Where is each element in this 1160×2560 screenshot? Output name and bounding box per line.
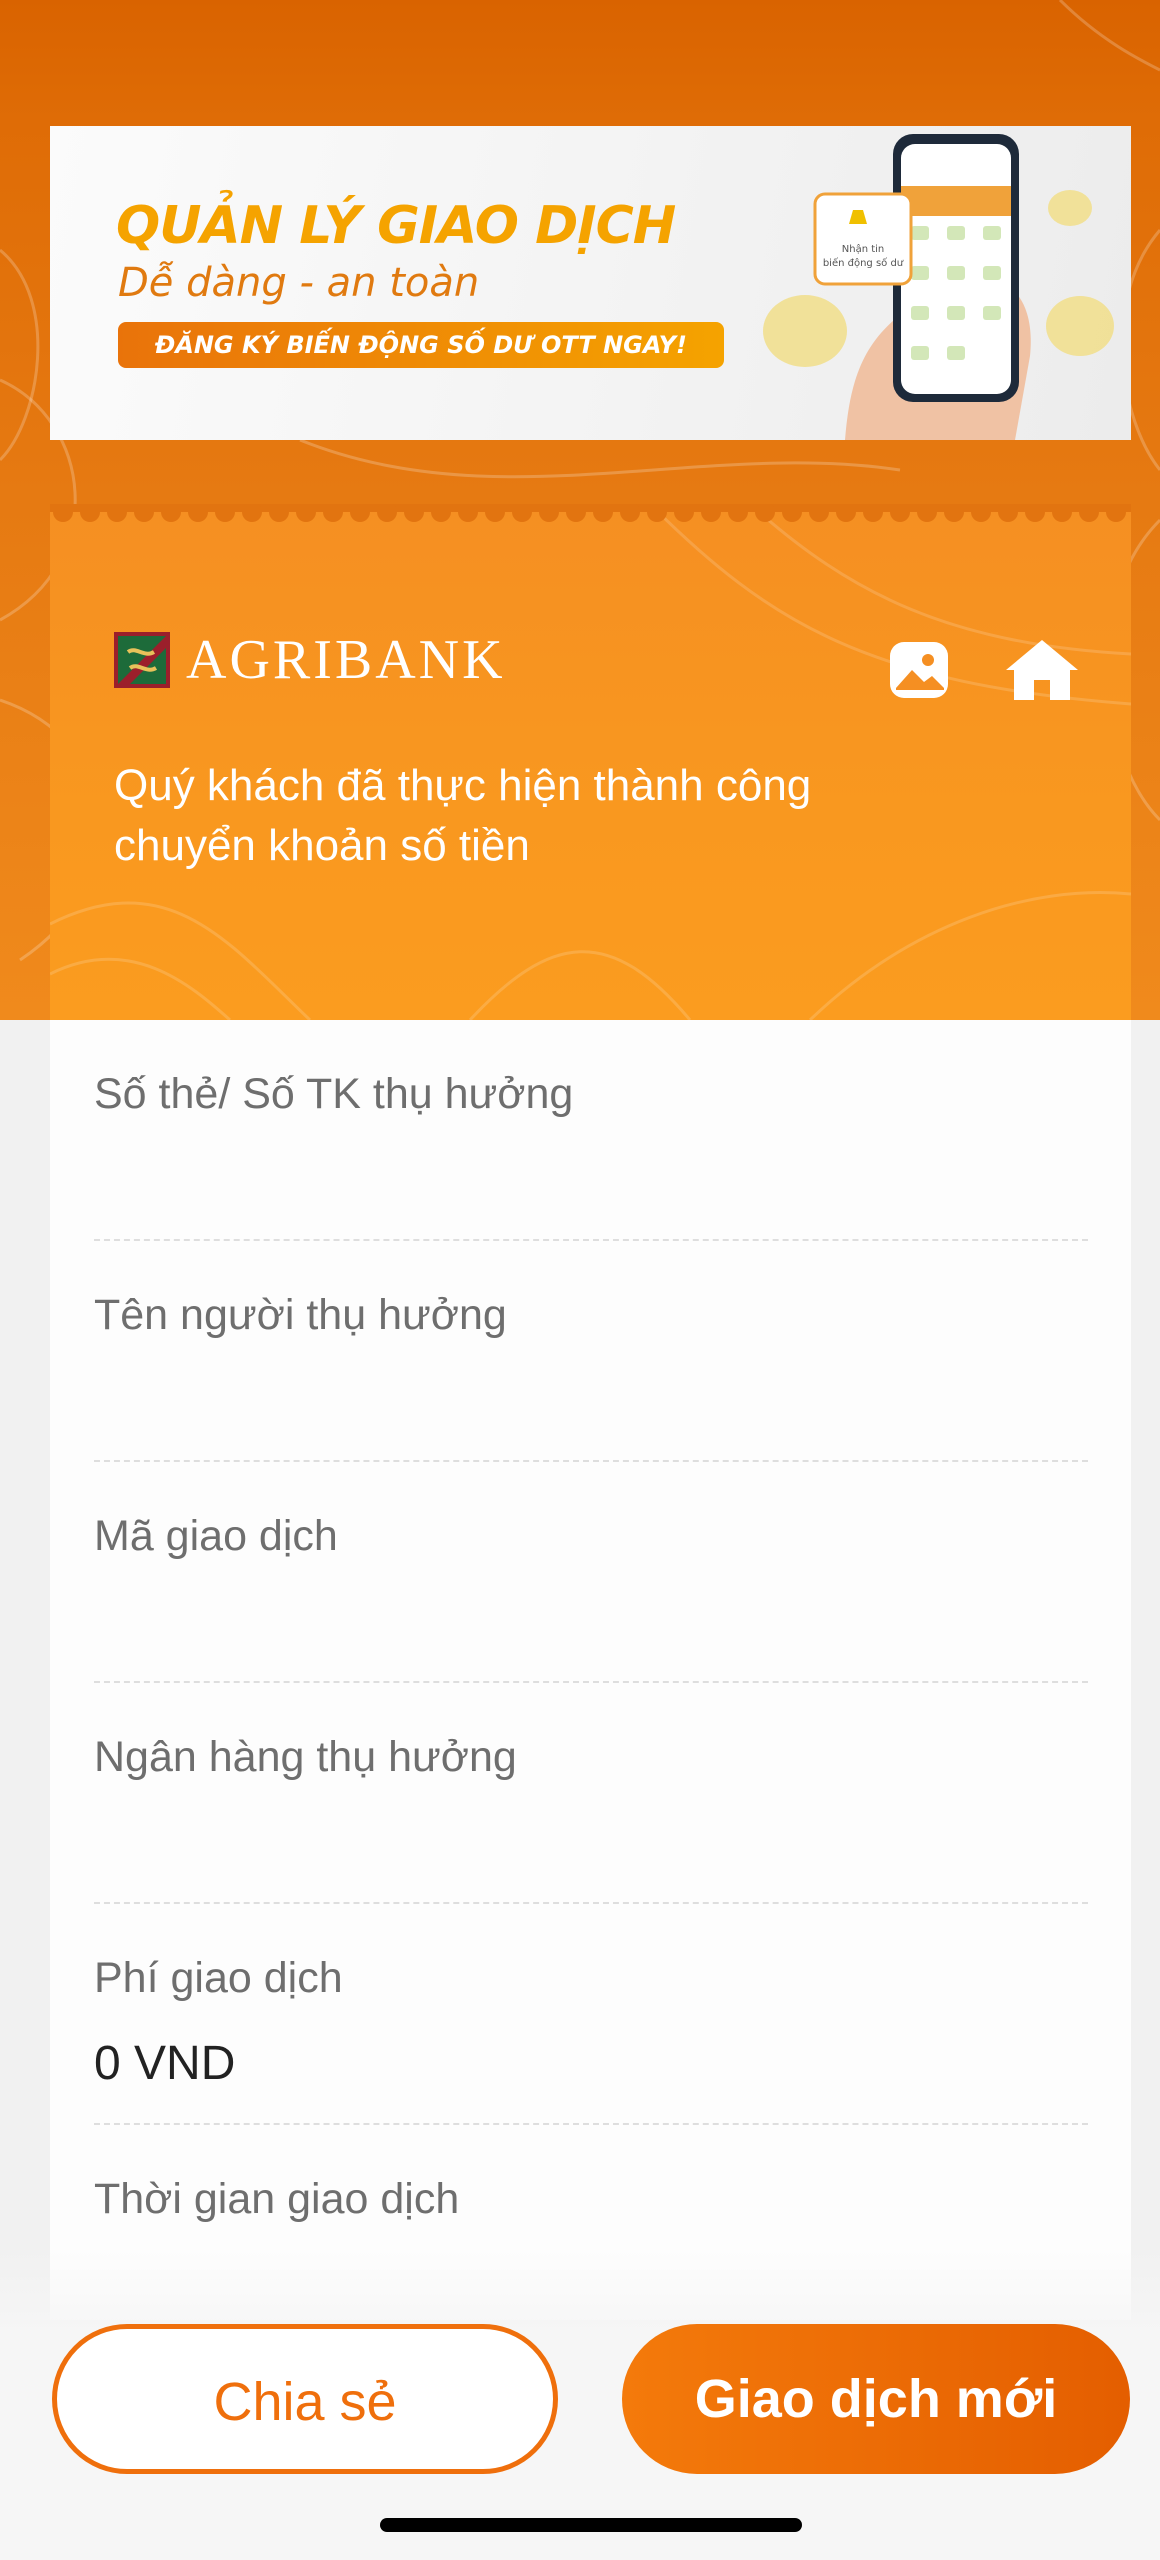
agribank-logo-icon (114, 632, 170, 688)
field-label: Số thẻ/ Số TK thụ hưởng (94, 1070, 574, 1118)
svg-text:biến động số dư: biến động số dư (823, 257, 904, 269)
svg-text:Nhận tin: Nhận tin (842, 243, 885, 255)
home-button[interactable] (1004, 638, 1078, 702)
agribank-brand: AGRIBANK (114, 632, 506, 688)
field-beneficiary-name: Tên người thụ hưởng (94, 1241, 1088, 1462)
home-icon (1006, 640, 1078, 700)
save-image-button[interactable] (884, 638, 954, 702)
banner-title: QUẢN LÝ GIAO DỊCH (116, 196, 676, 256)
receipt-header: AGRIBANK Quý khách đã thực hiện thành cô… (50, 504, 1131, 1020)
field-beneficiary-bank: Ngân hàng thụ hưởng (94, 1683, 1088, 1904)
field-label: Ngân hàng thụ hưởng (94, 1733, 517, 1781)
field-label: Thời gian giao dịch (94, 2175, 460, 2223)
field-transaction-id: Mã giao dịch (94, 1462, 1088, 1683)
success-message: Quý khách đã thực hiện thành công chuyển… (114, 761, 812, 870)
image-icon (890, 642, 948, 698)
field-label: Tên người thụ hưởng (94, 1291, 507, 1339)
field-label: Phí giao dịch (94, 1954, 343, 2002)
field-beneficiary-account: Số thẻ/ Số TK thụ hưởng (94, 1020, 1088, 1241)
banner-cta[interactable]: ĐĂNG KÝ BIẾN ĐỘNG SỐ DƯ OTT NGAY! (118, 322, 724, 368)
transaction-details: Số thẻ/ Số TK thụ hưởng Tên người thụ hư… (50, 1020, 1131, 2320)
home-indicator[interactable] (380, 2518, 802, 2532)
banner-subtitle: Dễ dàng - an toàn (118, 260, 480, 306)
phone-illustration: Nhận tin biến động số dư (763, 134, 1114, 440)
promo-banner[interactable]: QUẢN LÝ GIAO DỊCH Dễ dàng - an toàn ĐĂNG… (50, 126, 1131, 440)
brand-name: AGRIBANK (186, 629, 506, 691)
field-label: Mã giao dịch (94, 1512, 338, 1560)
field-transaction-fee: Phí giao dịch 0 VND (94, 1904, 1088, 2125)
field-value: 0 VND (94, 2037, 236, 2090)
receipt-scalloped-edge (50, 504, 1131, 522)
share-button[interactable]: Chia sẻ (52, 2324, 558, 2474)
new-transaction-button[interactable]: Giao dịch mới (622, 2324, 1130, 2474)
